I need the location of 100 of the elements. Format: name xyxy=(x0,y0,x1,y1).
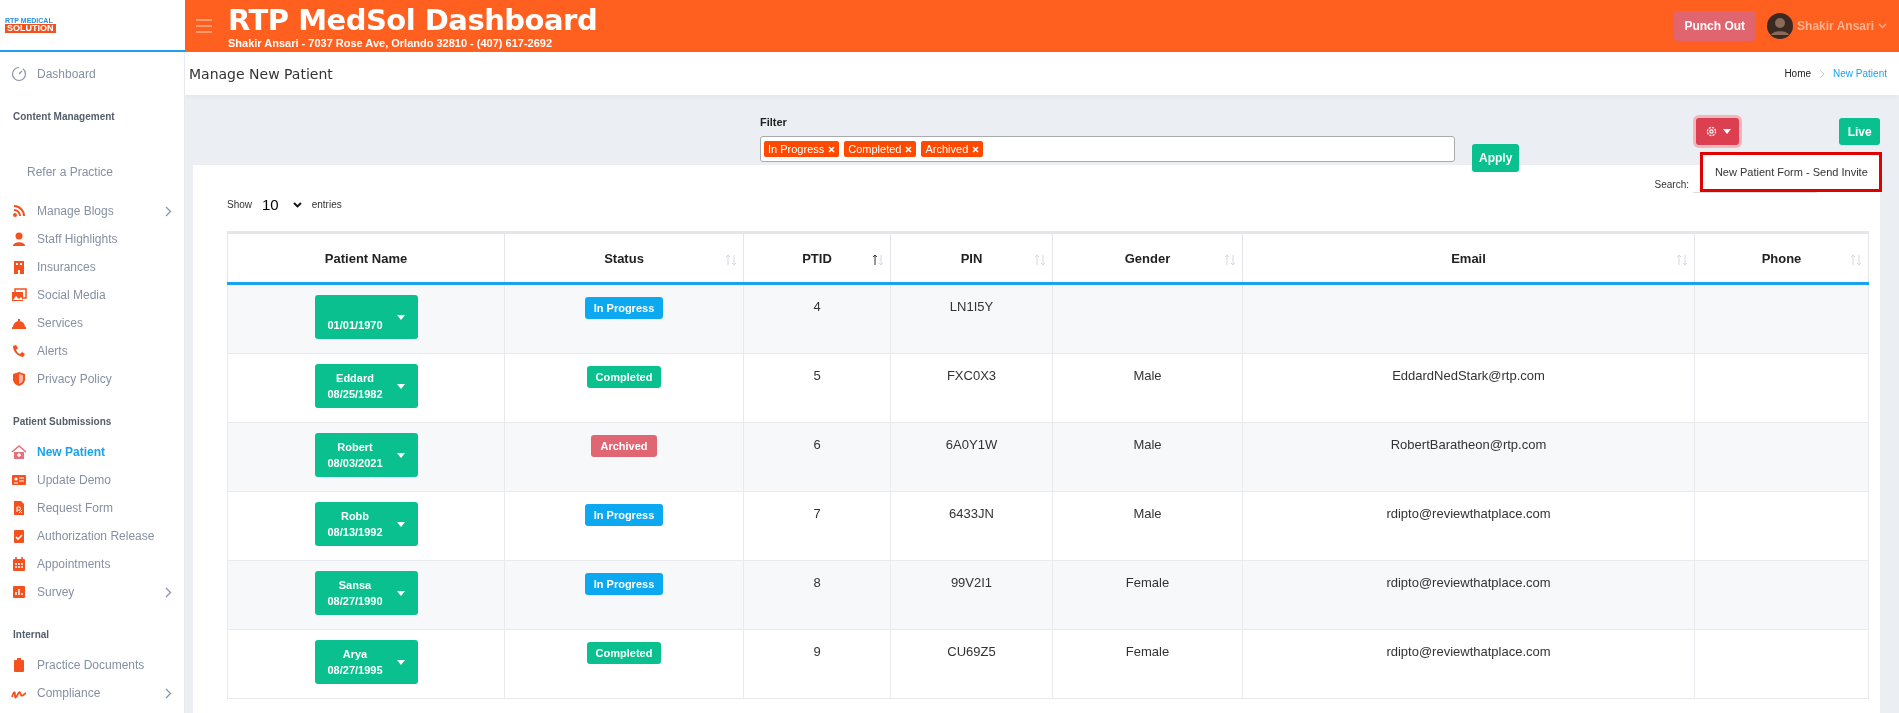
table-cell: rdipto@reviewthatplace.com xyxy=(1386,575,1551,590)
table-cell: rdipto@reviewthatplace.com xyxy=(1386,644,1551,659)
gauge-icon xyxy=(11,66,27,82)
shield-icon xyxy=(11,371,27,387)
chevron-right-icon xyxy=(1819,68,1826,79)
document-icon xyxy=(11,500,27,516)
sidebar-item[interactable]: Request Form xyxy=(0,494,184,522)
filter-tag[interactable]: Archived xyxy=(921,141,984,157)
status-badge: In Progress xyxy=(584,573,664,595)
sidebar-item[interactable]: Insurances xyxy=(0,253,184,281)
phone-icon xyxy=(11,343,27,359)
patient-button[interactable]: Robert 08/03/2021 xyxy=(314,433,418,477)
sidebar-item[interactable]: Alerts xyxy=(0,337,184,365)
section-heading: Internal xyxy=(12,628,51,642)
sidebar-item[interactable]: Refer a Practice xyxy=(0,158,184,186)
status-badge: In Progress xyxy=(584,504,664,526)
table-cell: Male xyxy=(1133,437,1162,452)
sidebar-item[interactable]: Survey xyxy=(0,578,184,606)
avatar-icon xyxy=(1767,13,1794,39)
sidebar-item[interactable]: Services xyxy=(0,309,184,337)
live-button[interactable]: Live xyxy=(1839,118,1880,145)
apply-button[interactable]: Apply xyxy=(1472,144,1520,172)
logo-text: SOLUTION xyxy=(5,24,56,33)
table-cell: Female xyxy=(1125,644,1170,659)
patient-button[interactable]: Eddard 08/25/1982 xyxy=(314,364,418,408)
section-heading: Patient Submissions xyxy=(12,415,113,429)
column-header[interactable]: Patient Name xyxy=(227,232,505,284)
page-size-select[interactable]: 10 xyxy=(258,196,306,213)
punch-out-button[interactable]: Punch Out xyxy=(1674,11,1756,41)
breadcrumb-link[interactable]: Home xyxy=(1784,68,1812,79)
images-icon xyxy=(11,287,27,303)
sidebar-item[interactable]: Social Media xyxy=(0,281,184,309)
sidebar-item[interactable]: Manage Blogs xyxy=(0,197,184,225)
user-menu[interactable]: Shakir Ansari xyxy=(1767,13,1887,39)
sidebar-item[interactable]: Appointments xyxy=(0,550,184,578)
breadcrumb-link[interactable]: New Patient xyxy=(1833,68,1887,79)
patient-button[interactable]: Robb 08/13/1992 xyxy=(314,502,418,546)
filter-tag[interactable]: In Progress xyxy=(764,141,840,157)
status-badge: Completed xyxy=(586,366,662,388)
close-icon xyxy=(972,145,980,153)
table-cell: 7 xyxy=(813,506,821,521)
patient-button[interactable]: Arya 08/27/1995 xyxy=(314,640,418,684)
sidebar-item[interactable]: Update Demo xyxy=(0,466,184,494)
status-badge: Completed xyxy=(586,642,662,664)
bar-chart-icon xyxy=(11,584,27,600)
sidebar-item[interactable]: Practice Documents xyxy=(0,651,184,679)
search-label: Search: xyxy=(1654,179,1689,190)
table-cell: 6A0Y1W xyxy=(945,437,998,452)
table-cell: Female xyxy=(1125,575,1170,590)
chevron-down-icon xyxy=(292,201,302,208)
settings-icon xyxy=(1704,125,1718,138)
clipboard-icon xyxy=(11,657,27,673)
sidebar-item[interactable]: Staff Highlights xyxy=(0,225,184,253)
caret-icon xyxy=(1722,129,1731,134)
status-badge: In Progress xyxy=(584,297,664,319)
id-card-icon xyxy=(11,472,27,488)
entries-label: entries xyxy=(311,199,342,210)
table-cell: 5 xyxy=(813,368,821,383)
sidebar-item[interactable]: Privacy Policy xyxy=(0,365,184,393)
settings-button[interactable] xyxy=(1696,118,1740,145)
user-icon xyxy=(11,231,27,247)
table-cell: 6 xyxy=(813,437,821,452)
address-text: Shakir Ansari - 7037 Rose Ave, Orlando 32810 - (407) 617-2692 xyxy=(228,37,554,49)
table-cell: 8 xyxy=(813,575,821,590)
caret-icon xyxy=(396,452,405,458)
app-title: RTP MedSol Dashboard xyxy=(228,3,598,37)
rss-icon xyxy=(11,203,27,219)
caret-icon xyxy=(396,590,405,596)
section-heading: Content Management xyxy=(12,110,116,124)
column-header[interactable]: Email xyxy=(1242,232,1695,284)
table-cell: 9 xyxy=(813,644,821,659)
show-label: Show xyxy=(227,199,252,210)
caret-icon xyxy=(396,383,405,389)
table-cell: EddardNedStark@rtp.com xyxy=(1392,368,1545,383)
table-cell: RobertBaratheon@rtp.com xyxy=(1390,437,1547,452)
sidebar-item[interactable]: Authorization Release xyxy=(0,522,184,550)
sidebar-item[interactable]: New Patient xyxy=(0,438,184,466)
patient-button[interactable]: Sansa 08/27/1990 xyxy=(314,571,418,615)
table-cell: Male xyxy=(1133,368,1162,383)
filter-label: Filter xyxy=(760,116,788,128)
calendar-icon xyxy=(11,556,27,572)
filter-tag[interactable]: Completed xyxy=(844,141,917,157)
chevron-down-icon xyxy=(1878,23,1887,29)
sidebar-item[interactable]: Dashboard xyxy=(0,60,184,88)
table-cell: Male xyxy=(1133,506,1162,521)
caret-icon xyxy=(396,314,405,320)
table-cell: 6433JN xyxy=(949,506,994,521)
sidebar-item[interactable]: Compliance xyxy=(0,679,184,707)
menu-item[interactable]: New Patient Form - Send Invite xyxy=(1714,166,1868,178)
table-cell: FXC0X3 xyxy=(946,368,997,383)
clipboard-check-icon xyxy=(11,528,27,544)
table-cell: CU69Z5 xyxy=(947,644,996,659)
house-icon xyxy=(11,444,27,460)
table-cell: 4 xyxy=(813,299,821,314)
filter-field[interactable]: In Progress Completed Archived xyxy=(760,136,1455,162)
page-title: Manage New Patient xyxy=(189,65,333,82)
menu-icon xyxy=(195,19,213,33)
patient-button[interactable]: 01/01/1970 xyxy=(314,295,418,339)
table-cell: rdipto@reviewthatplace.com xyxy=(1386,506,1551,521)
caret-icon xyxy=(396,521,405,527)
